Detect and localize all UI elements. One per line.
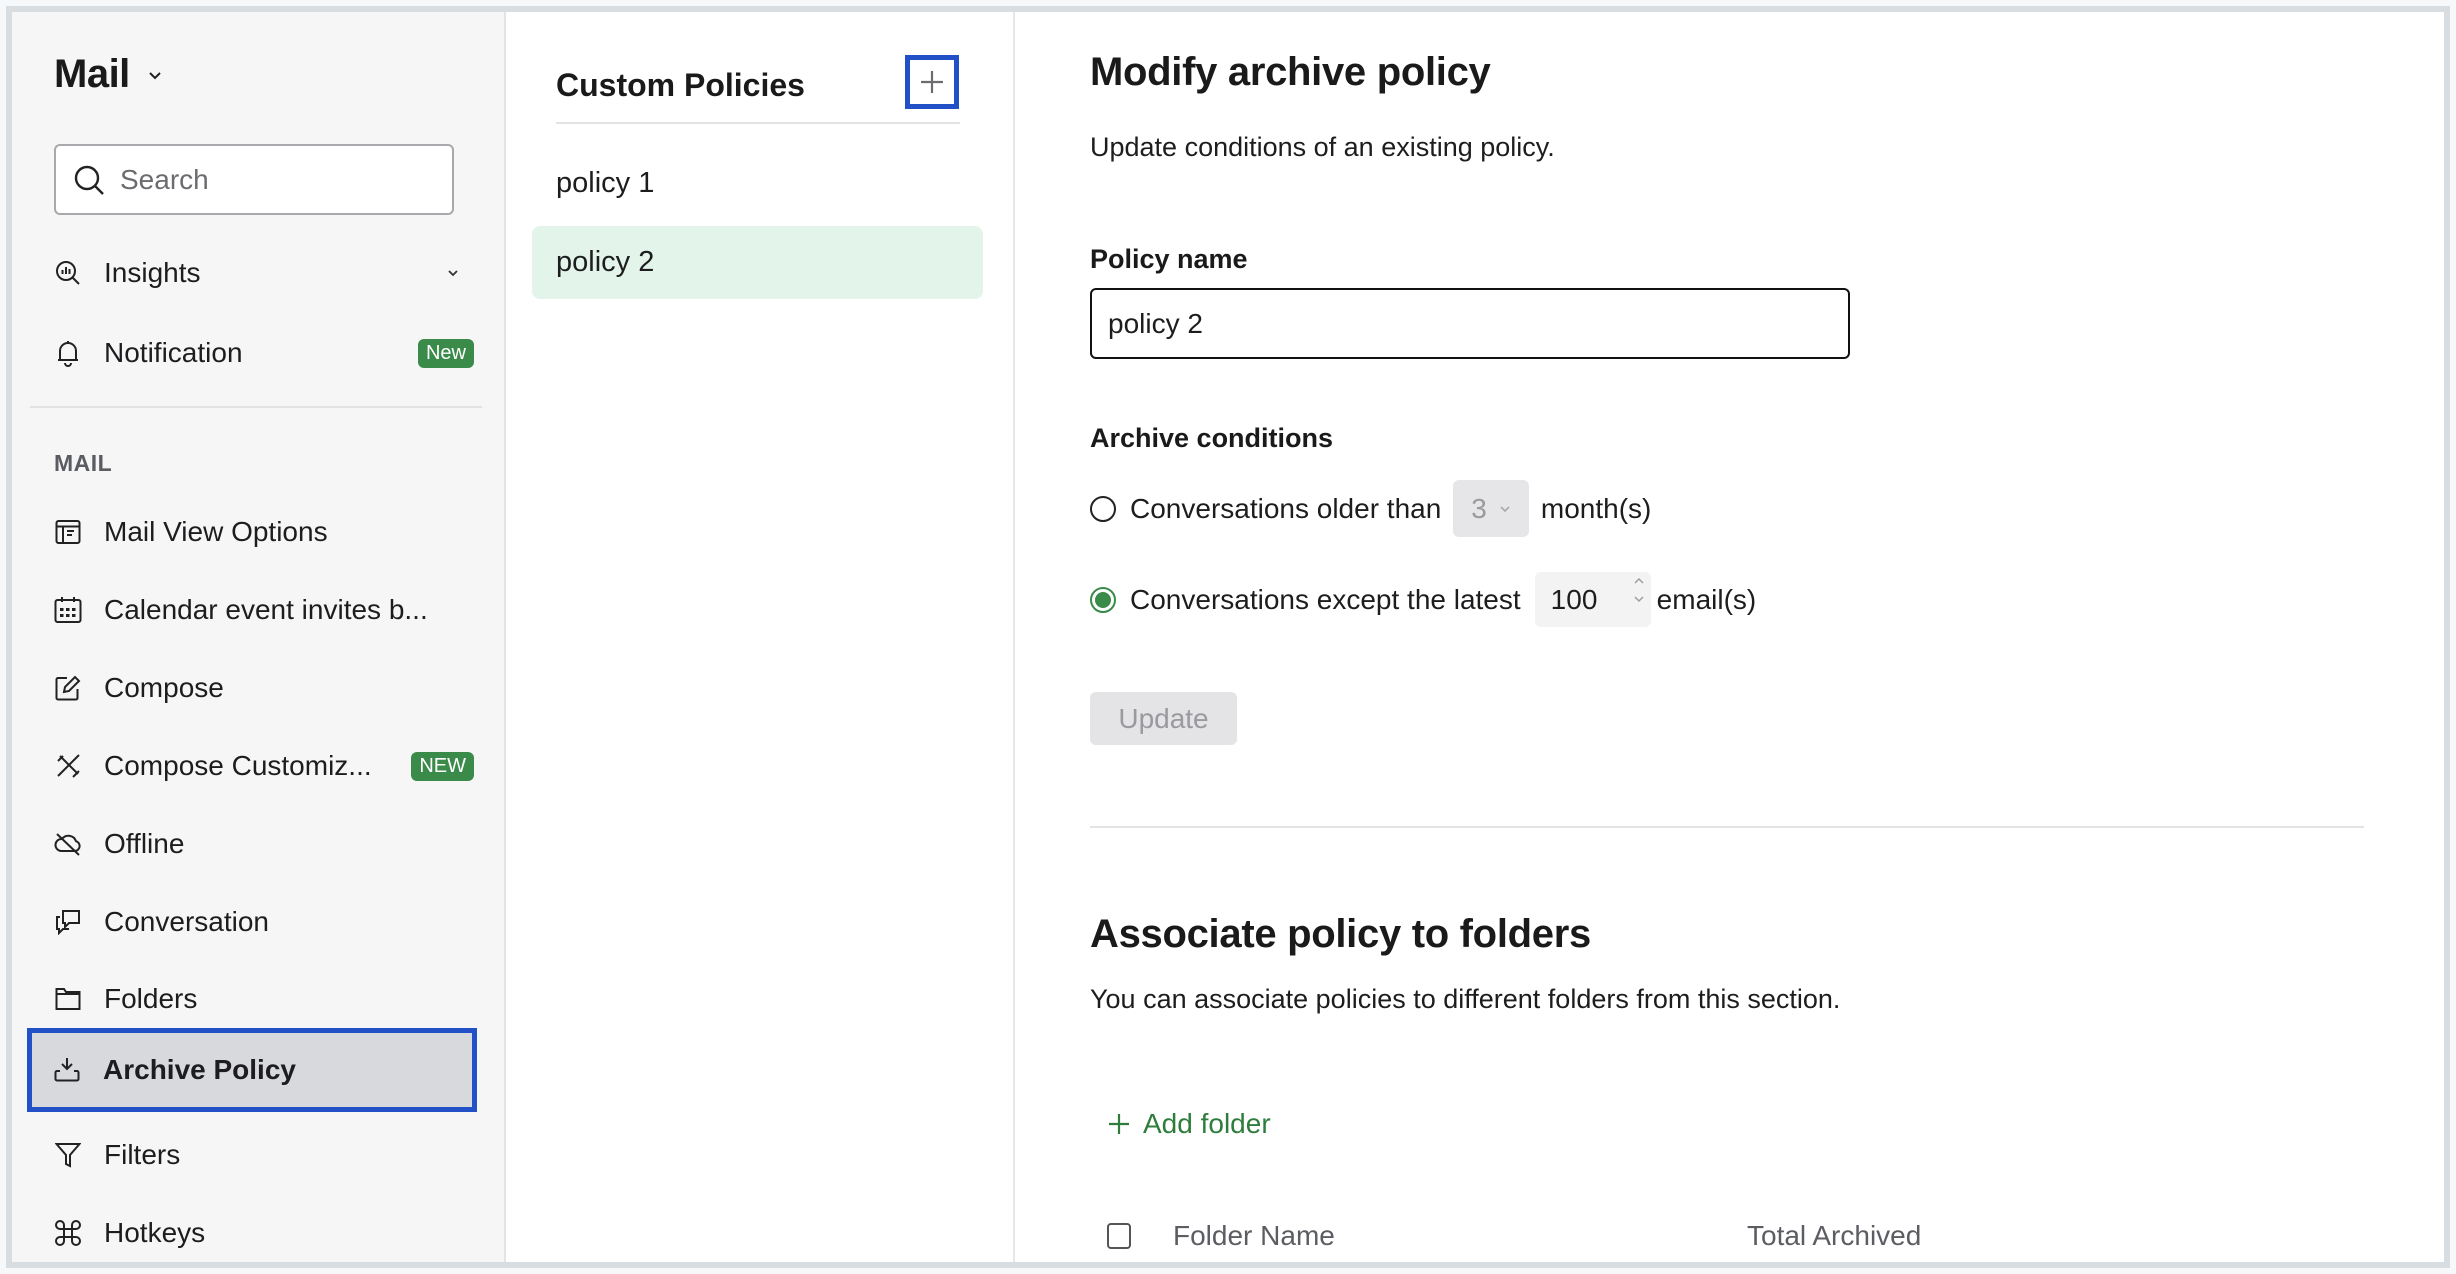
policy-list-item[interactable]: policy 1: [532, 147, 983, 220]
condition-except-latest-label: Conversations except the latest: [1130, 583, 1521, 615]
filter-icon: [54, 1141, 82, 1169]
add-folder-button[interactable]: Add folder: [1107, 1108, 1271, 1140]
emails-count-value: 100: [1550, 583, 1598, 615]
number-spinner[interactable]: [1633, 576, 1645, 604]
sidebar-item-notification[interactable]: Notification New: [28, 314, 484, 392]
search-box[interactable]: [54, 144, 454, 215]
policy-name-input[interactable]: [1090, 288, 1850, 359]
chevron-up-icon[interactable]: [1633, 576, 1645, 586]
sidebar-item-label: Compose Customiz...: [104, 750, 372, 781]
condition-except-latest-row: Conversations except the latest 100 emai…: [1090, 572, 1756, 627]
sidebar-item-label: Notification: [104, 337, 243, 368]
insights-icon: [54, 259, 82, 287]
add-folder-label: Add folder: [1143, 1108, 1271, 1139]
chevron-down-icon: [149, 71, 161, 79]
sidebar-item-compose-customization[interactable]: Compose Customiz... NEW: [28, 727, 484, 805]
sidebar-item-hotkeys[interactable]: Hotkeys: [28, 1194, 484, 1262]
policies-title: Custom Policies: [556, 67, 805, 103]
sidebar-item-insights[interactable]: Insights: [28, 234, 484, 312]
conversation-icon: [54, 908, 82, 936]
section-label-mail: MAIL: [54, 450, 113, 476]
tools-icon: [54, 752, 82, 780]
sidebar-item-label: Conversation: [104, 906, 269, 937]
sidebar-item-offline[interactable]: Offline: [28, 805, 484, 883]
page-title: Modify archive policy: [1090, 50, 1491, 94]
sidebar-item-conversation[interactable]: Conversation: [28, 883, 484, 961]
emails-unit: email(s): [1656, 583, 1757, 615]
window-frame: Mail Insights Notification New MAIL: [0, 0, 2456, 1274]
archive-conditions-label: Archive conditions: [1090, 423, 1334, 453]
chevron-down-icon[interactable]: [446, 266, 460, 280]
column-header-folder-name[interactable]: Folder Name: [1173, 1220, 1747, 1252]
policies-panel: Custom Policies policy 1 policy 2: [506, 12, 1015, 1262]
search-icon: [74, 165, 104, 195]
bell-icon: [54, 339, 82, 367]
sidebar-item-label: Archive Policy: [103, 1054, 296, 1085]
months-unit: month(s): [1540, 492, 1652, 524]
sidebar-item-label: Hotkeys: [104, 1217, 206, 1248]
new-badge: New: [417, 338, 474, 368]
section-divider: [1090, 826, 2364, 828]
update-button[interactable]: Update: [1090, 692, 1237, 745]
page-subtitle: Update conditions of an existing policy.: [1090, 132, 1555, 162]
compose-icon: [54, 674, 82, 702]
sidebar-item-label: Mail View Options: [104, 516, 328, 547]
sidebar-item-compose[interactable]: Compose: [28, 649, 484, 727]
radio-older-than[interactable]: [1090, 495, 1116, 522]
column-header-total-archived[interactable]: Total Archived: [1747, 1220, 1921, 1252]
associate-subtitle: You can associate policies to different …: [1090, 984, 1841, 1014]
select-all-checkbox[interactable]: [1107, 1223, 1131, 1249]
policy-name-label: Policy name: [1090, 244, 1248, 274]
policies-divider: [556, 122, 960, 124]
search-input[interactable]: [120, 163, 420, 196]
archive-icon: [53, 1056, 81, 1084]
sidebar-item-archive-policy[interactable]: Archive Policy: [27, 1028, 477, 1112]
condition-older-than-row: Conversations older than 3 month(s): [1090, 480, 1651, 537]
sidebar-divider: [30, 406, 482, 408]
app-switcher[interactable]: Mail: [54, 52, 162, 97]
main-content: Modify archive policy Update conditions …: [1015, 12, 2444, 1262]
app-title: Mail: [54, 52, 130, 96]
condition-older-than-label: Conversations older than: [1130, 492, 1442, 524]
plus-icon: [1109, 1114, 1129, 1134]
sidebar-item-label: Insights: [104, 257, 201, 288]
sidebar-item-label: Calendar event invites b...: [104, 594, 428, 625]
months-select-value: 3: [1471, 492, 1487, 524]
months-select[interactable]: 3: [1453, 480, 1529, 537]
sidebar: Mail Insights Notification New MAIL: [12, 12, 506, 1262]
calendar-icon: [54, 596, 82, 624]
sidebar-item-label: Offline: [104, 828, 185, 859]
sidebar-item-mail-view-options[interactable]: Mail View Options: [28, 493, 484, 571]
sidebar-item-label: Compose: [104, 672, 224, 703]
add-policy-button[interactable]: [905, 55, 959, 109]
associate-title: Associate policy to folders: [1090, 912, 1591, 956]
cloud-off-icon: [54, 830, 82, 858]
policy-list-item-selected[interactable]: policy 2: [532, 226, 983, 299]
sidebar-item-folders[interactable]: Folders: [28, 960, 484, 1038]
radio-except-latest[interactable]: [1090, 586, 1116, 613]
folders-table-header: Folder Name Total Archived: [1107, 1216, 2367, 1256]
folder-icon: [54, 985, 82, 1013]
sidebar-item-label: Filters: [104, 1139, 181, 1170]
command-icon: [54, 1219, 82, 1247]
sidebar-item-calendar-invites[interactable]: Calendar event invites b...: [28, 571, 484, 649]
chevron-down-icon: [1500, 505, 1510, 512]
layout-icon: [54, 518, 82, 546]
new-badge: NEW: [411, 751, 474, 781]
chevron-down-icon[interactable]: [1633, 594, 1645, 604]
emails-count-input[interactable]: 100: [1534, 572, 1651, 627]
sidebar-item-filters[interactable]: Filters: [28, 1116, 484, 1194]
plus-icon: [921, 71, 943, 93]
app-window: Mail Insights Notification New MAIL: [6, 6, 2450, 1268]
sidebar-item-label: Folders: [104, 983, 198, 1014]
